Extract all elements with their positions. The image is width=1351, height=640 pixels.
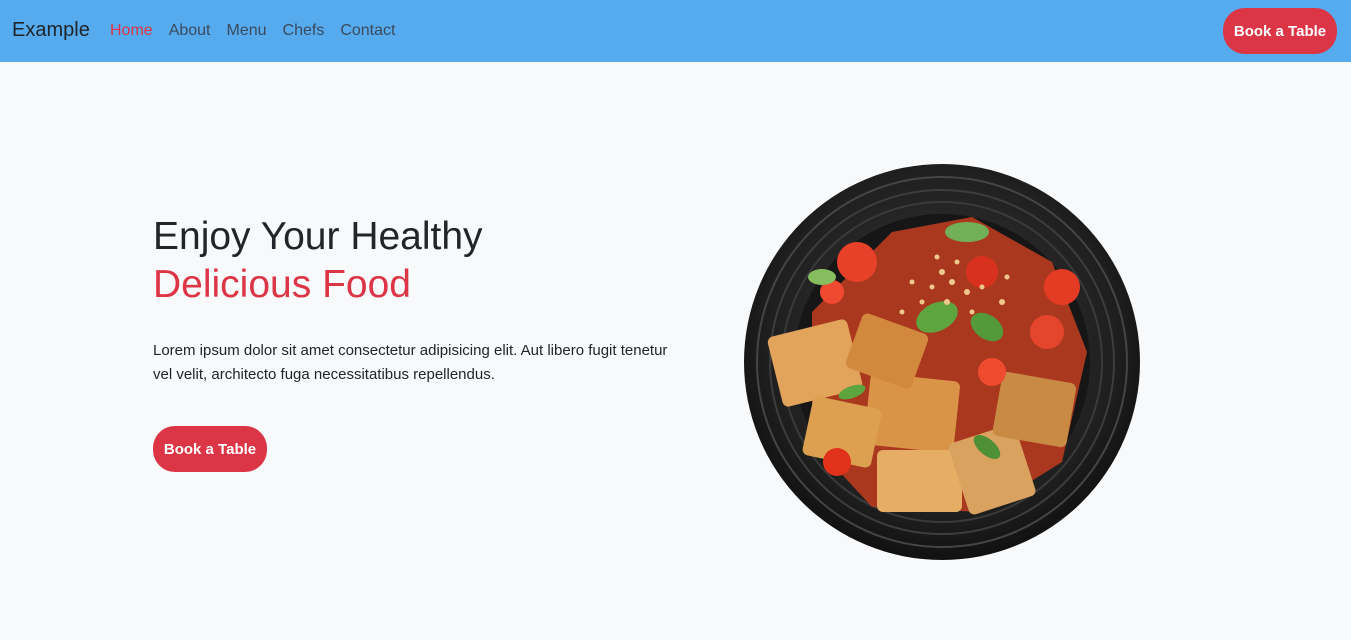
nav-item-about: About [169, 22, 211, 40]
navbar: Example Home About Menu Chefs Contact Bo… [0, 0, 1351, 62]
brand-logo[interactable]: Example [12, 19, 90, 42]
nav-link-menu[interactable]: Menu [227, 22, 267, 39]
nav-link-about[interactable]: About [169, 22, 211, 39]
hero-title: Enjoy Your Healthy Delicious Food [153, 213, 483, 309]
nav-item-chefs: Chefs [283, 22, 325, 40]
nav-links: Home About Menu Chefs Contact [110, 22, 395, 40]
hero-title-line2: Delicious Food [153, 263, 411, 306]
nav-item-contact: Contact [340, 22, 395, 40]
hero-description: Lorem ipsum dolor sit amet consectetur a… [153, 342, 668, 383]
book-table-button-hero[interactable]: Book a Table [153, 426, 267, 472]
hero-title-line1: Enjoy Your Healthy [153, 215, 483, 258]
food-dish-image [744, 164, 1140, 560]
nav-link-chefs[interactable]: Chefs [283, 22, 325, 39]
nav-item-menu: Menu [227, 22, 267, 40]
book-table-button-nav[interactable]: Book a Table [1223, 8, 1337, 54]
nav-link-home[interactable]: Home [110, 22, 153, 39]
nav-item-home: Home [110, 22, 153, 40]
nav-link-contact[interactable]: Contact [340, 22, 395, 39]
